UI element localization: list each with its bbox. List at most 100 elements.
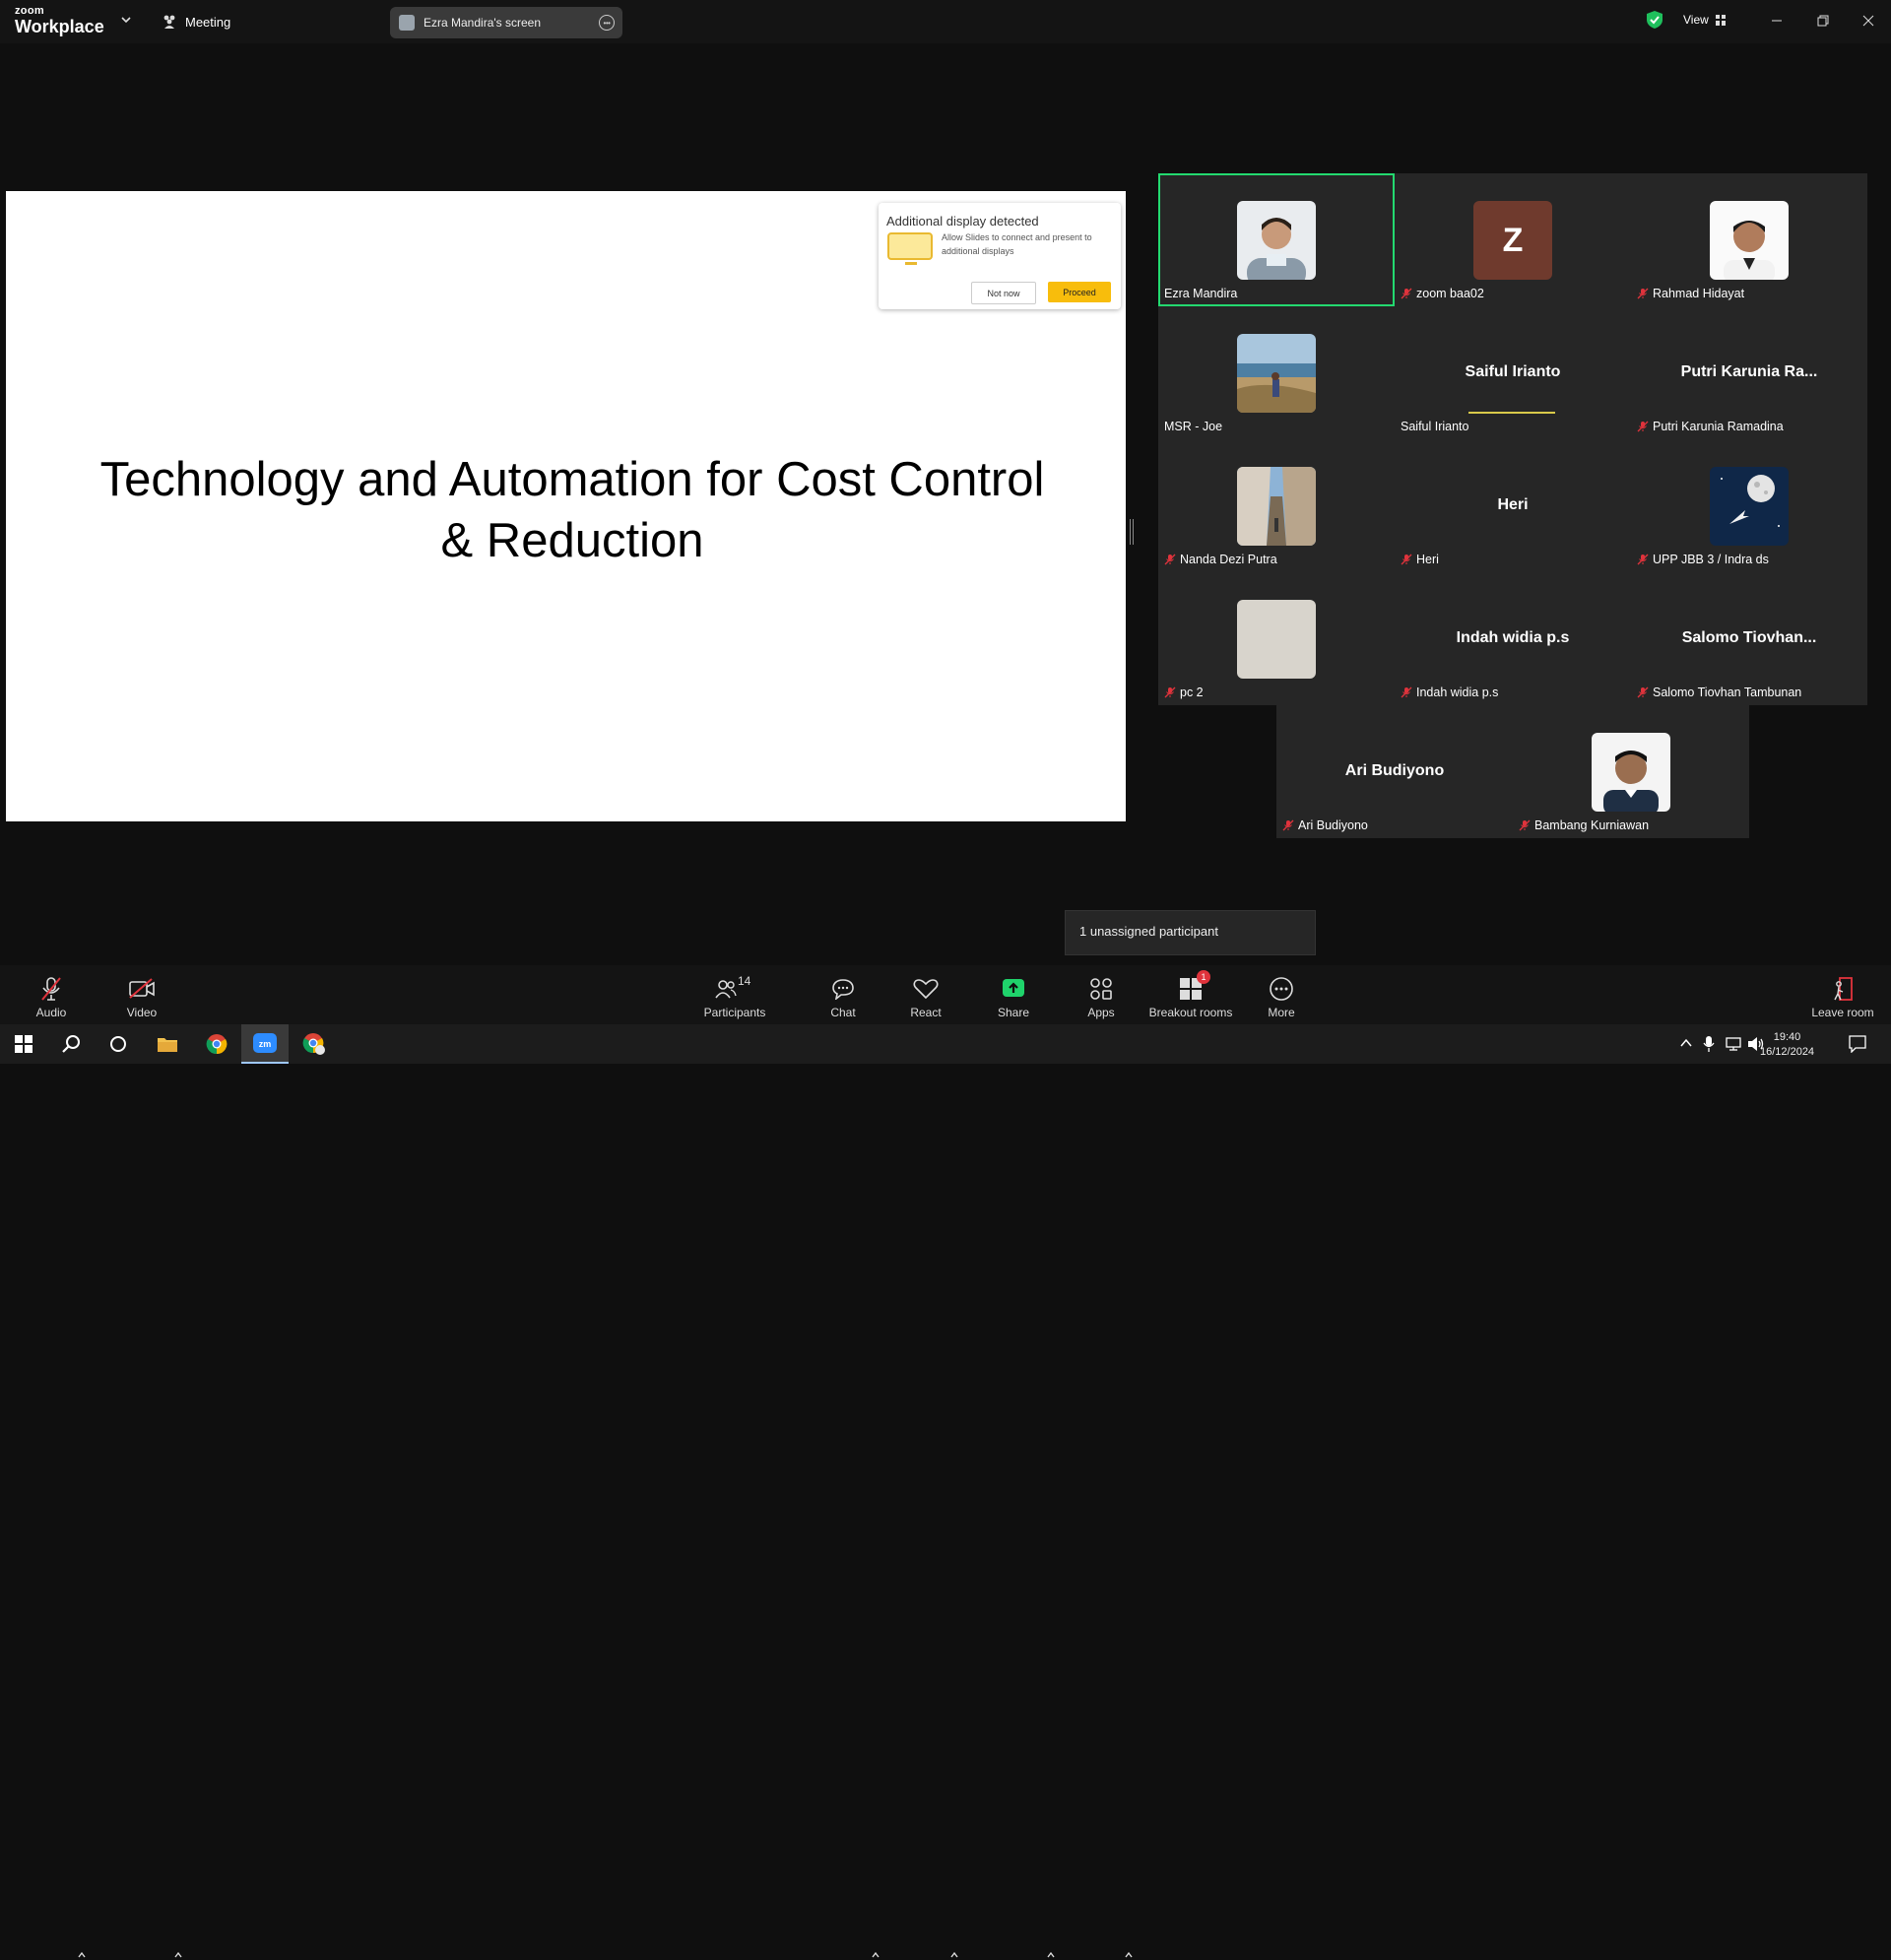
popup-heading: Additional display detected	[886, 214, 1039, 229]
participant-tile[interactable]: Salomo Tiovhan... Salomo Tiovhan Tambuna…	[1631, 572, 1867, 705]
participant-display-name: Heri	[1497, 496, 1529, 513]
search-button[interactable]	[47, 1024, 95, 1064]
action-center-icon[interactable]	[1849, 1035, 1866, 1053]
participant-tile[interactable]: Ezra Mandira	[1158, 173, 1395, 306]
close-icon	[1862, 15, 1874, 27]
participant-name-label: Ezra Mandira	[1164, 287, 1237, 300]
participant-tile[interactable]: Nanda Dezi Putra	[1158, 439, 1395, 572]
react-label: React	[910, 1006, 942, 1019]
not-now-button[interactable]: Not now	[971, 282, 1036, 304]
participant-tile[interactable]: Bambang Kurniawan	[1513, 705, 1749, 838]
taskbar-chrome-profile[interactable]	[291, 1024, 338, 1064]
zoom-workplace-logo: zoom Workplace	[15, 6, 104, 36]
video-button[interactable]: Video	[122, 965, 162, 1024]
restore-icon	[1817, 15, 1829, 27]
additional-display-popup: Additional display detected Allow Slides…	[879, 203, 1121, 309]
search-icon	[62, 1035, 80, 1053]
participant-name: Salomo Tiovhan Tambunan	[1653, 686, 1802, 699]
task-view-button[interactable]	[95, 1024, 142, 1064]
more-button[interactable]: More	[1262, 965, 1301, 1024]
participant-name: Heri	[1416, 553, 1439, 566]
breakout-rooms-button[interactable]: 1 Breakout rooms	[1148, 965, 1233, 1024]
more-options-icon[interactable]: •••	[599, 15, 615, 31]
muted-mic-icon	[1282, 819, 1294, 831]
participant-tile[interactable]: Ari Budiyono Ari Budiyono	[1276, 705, 1513, 838]
slide-title-line-1: Technology and Automation for Cost Contr…	[99, 453, 1045, 506]
apps-button[interactable]: Apps	[1081, 965, 1121, 1024]
taskbar-chrome[interactable]	[193, 1024, 240, 1064]
share-options-caret-icon[interactable]	[1046, 1950, 1056, 1960]
react-button[interactable]: React	[906, 965, 946, 1024]
view-button[interactable]: View	[1683, 13, 1727, 27]
participant-display-name: Putri Karunia Ra...	[1680, 363, 1818, 380]
participant-name: Saiful Irianto	[1401, 420, 1469, 433]
participants-icon	[715, 980, 737, 999]
start-button[interactable]	[0, 1024, 47, 1064]
windows-logo-icon	[15, 1035, 33, 1053]
proceed-button[interactable]: Proceed	[1048, 282, 1111, 302]
muted-mic-icon	[1401, 554, 1412, 565]
audio-button[interactable]: Audio	[32, 965, 71, 1024]
encryption-shield-icon[interactable]	[1647, 11, 1663, 29]
close-button[interactable]	[1857, 10, 1880, 32]
minimize-button[interactable]	[1765, 10, 1789, 32]
panel-resize-handle[interactable]	[1130, 519, 1134, 545]
restore-button[interactable]	[1811, 10, 1835, 32]
react-options-caret-icon[interactable]	[949, 1950, 959, 1960]
participant-name-label: Heri	[1401, 553, 1439, 566]
participant-avatar-photo	[1710, 467, 1789, 546]
chevron-down-icon[interactable]	[120, 14, 132, 26]
shared-screen[interactable]: Technology and Automation for Cost Contr…	[6, 191, 1126, 821]
participant-tile[interactable]: Heri Heri	[1395, 439, 1631, 572]
chat-options-caret-icon[interactable]	[871, 1950, 880, 1960]
show-hidden-icons-chevron[interactable]	[1680, 1038, 1692, 1048]
participant-tile[interactable]: Saiful Irianto Saiful Irianto	[1395, 306, 1631, 439]
video-options-caret-icon[interactable]	[173, 1950, 183, 1960]
participant-name: Nanda Dezi Putra	[1180, 553, 1277, 566]
system-clock[interactable]: 19:40 16/12/2024	[1760, 1030, 1814, 1060]
cortana-circle-icon	[110, 1036, 126, 1052]
participant-tile[interactable]: Putri Karunia Ra... Putri Karunia Ramadi…	[1631, 306, 1867, 439]
meeting-toolbar: Audio Video 14 Participants Chat React S…	[0, 965, 1891, 1958]
participant-name: Putri Karunia Ramadina	[1653, 420, 1784, 433]
view-label: View	[1683, 13, 1709, 27]
taskbar-file-explorer[interactable]	[144, 1024, 191, 1064]
participant-name-label: MSR - Joe	[1164, 420, 1222, 433]
muted-mic-icon	[1401, 686, 1412, 698]
audio-options-caret-icon[interactable]	[77, 1950, 87, 1960]
participant-tile[interactable]: Indah widia p.s Indah widia p.s	[1395, 572, 1631, 705]
meeting-info-button[interactable]: Meeting	[162, 12, 230, 32]
apps-icon	[1090, 978, 1112, 1000]
taskbar-zoom[interactable]: zm	[241, 1024, 289, 1064]
leave-room-label: Leave room	[1811, 1006, 1874, 1019]
chat-button[interactable]: Chat	[823, 965, 863, 1024]
participant-display-name: Ari Budiyono	[1344, 762, 1445, 779]
muted-mic-icon	[1637, 554, 1649, 565]
more-icon	[1270, 977, 1293, 1001]
apps-options-caret-icon[interactable]	[1124, 1950, 1134, 1960]
participant-tile[interactable]: Rahmad Hidayat	[1631, 173, 1867, 306]
network-icon[interactable]	[1726, 1036, 1741, 1052]
more-label: More	[1268, 1006, 1295, 1019]
participant-name: Indah widia p.s	[1416, 686, 1499, 699]
participant-tile[interactable]: UPP JBB 3 / Indra ds	[1631, 439, 1867, 572]
chat-label: Chat	[830, 1006, 856, 1019]
participant-tile[interactable]: MSR - Joe	[1158, 306, 1395, 439]
participant-name: Rahmad Hidayat	[1653, 287, 1745, 300]
participant-name: MSR - Joe	[1164, 420, 1223, 433]
participant-avatar-photo	[1237, 467, 1316, 546]
share-button[interactable]: Share	[994, 965, 1033, 1024]
participant-name: pc 2	[1180, 686, 1204, 699]
participant-name-label: Nanda Dezi Putra	[1164, 553, 1277, 566]
participant-display-name: Salomo Tiovhan...	[1681, 629, 1817, 646]
participant-tile[interactable]: Z zoom baa02	[1395, 173, 1631, 306]
leave-room-button[interactable]: Leave room	[1806, 965, 1879, 1024]
unassigned-participant-toast[interactable]: 1 unassigned participant	[1065, 910, 1316, 955]
participant-tile[interactable]: pc 2	[1158, 572, 1395, 705]
screen-share-pill[interactable]: Ezra Mandira's screen •••	[390, 7, 622, 38]
microphone-tray-icon[interactable]	[1703, 1035, 1715, 1053]
participant-avatar-photo	[1237, 600, 1316, 679]
muted-mic-icon	[1519, 819, 1531, 831]
participants-count: 14	[738, 974, 751, 988]
participants-button[interactable]: 14 Participants	[700, 965, 769, 1024]
